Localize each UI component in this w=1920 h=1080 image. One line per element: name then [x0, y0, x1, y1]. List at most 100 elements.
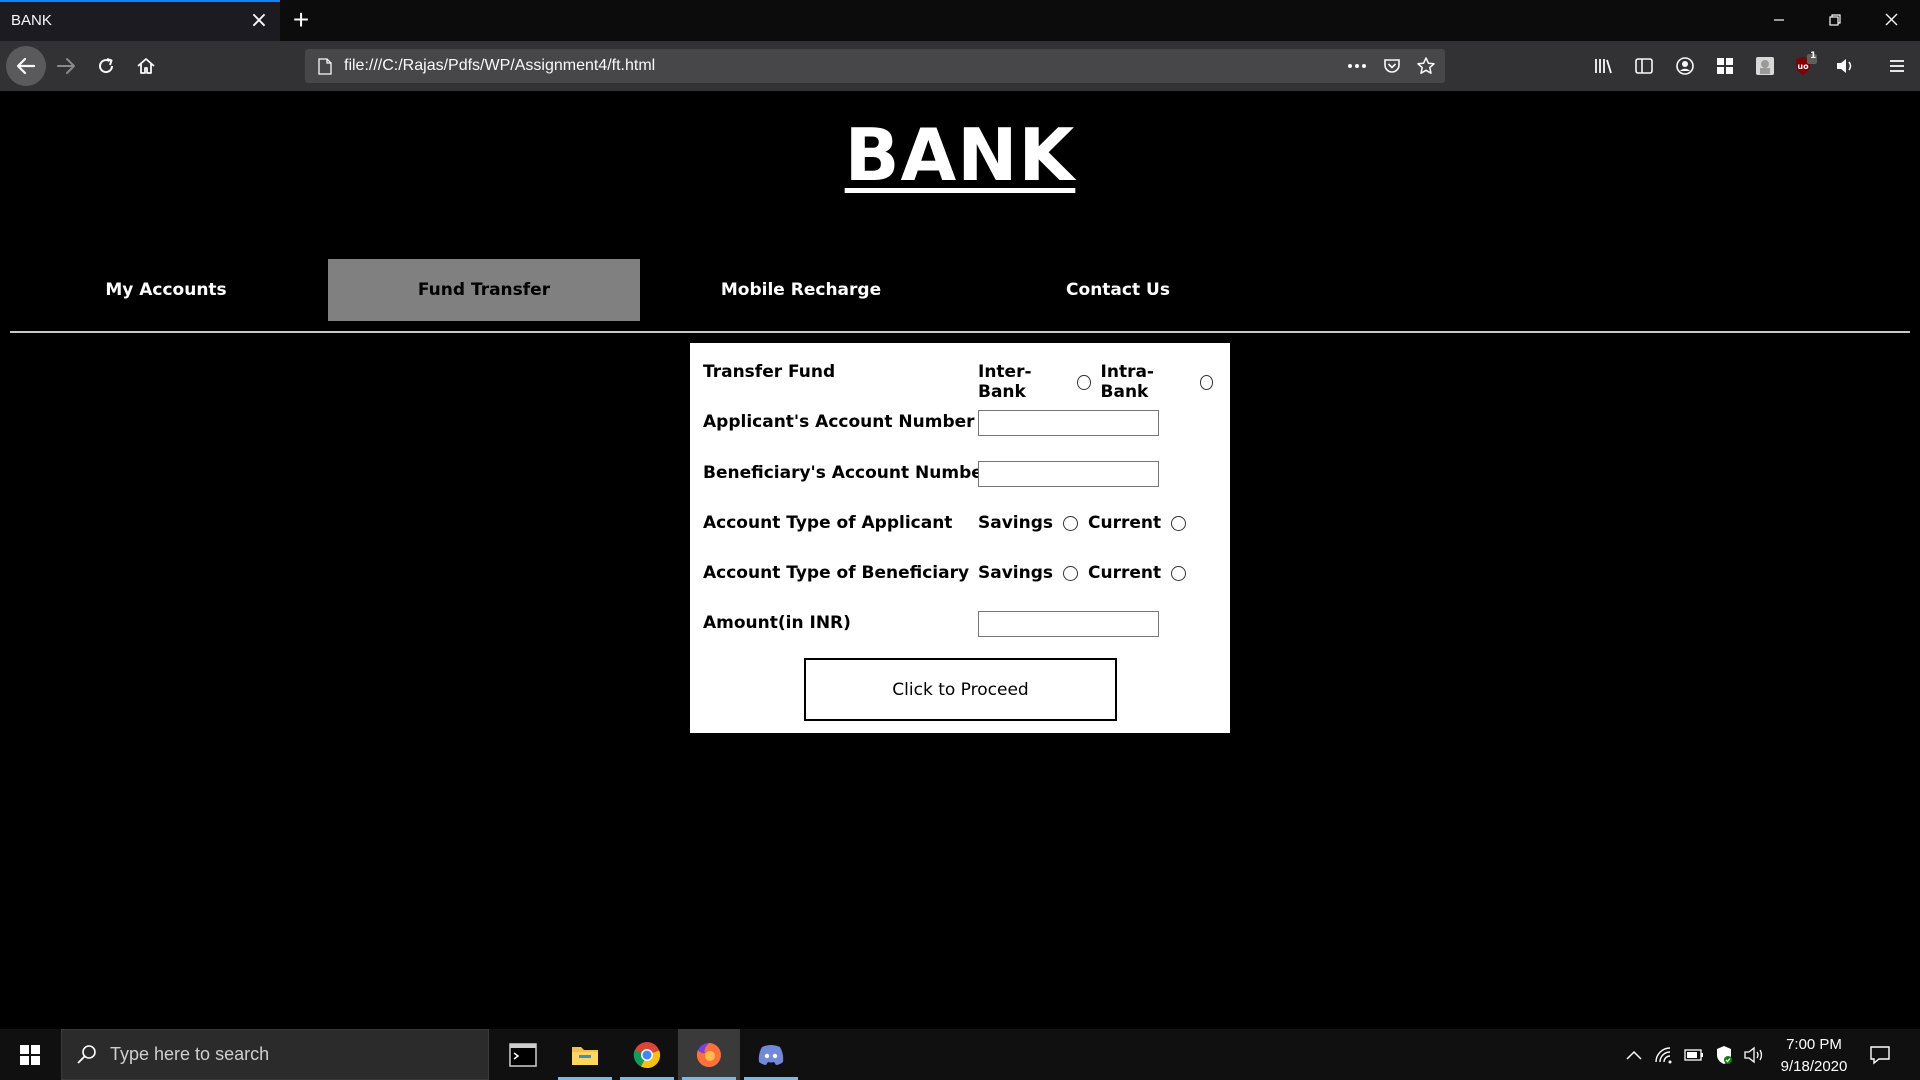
nav-tab-mobile-recharge[interactable]: Mobile Recharge	[645, 259, 957, 321]
inter-bank-label: Inter-Bank	[978, 362, 1032, 402]
back-arrow-icon	[16, 57, 36, 75]
browser-tab-bar: BANK × +	[0, 0, 1920, 41]
transfer-fund-row: Transfer Fund Inter-Bank Intra-Bank	[703, 358, 1223, 402]
windows-logo-icon	[20, 1044, 40, 1065]
amount-row: Amount(in INR)	[703, 609, 1223, 639]
sound-icon[interactable]	[1832, 53, 1858, 79]
reload-button[interactable]	[88, 48, 124, 84]
nav-tab-label: Mobile Recharge	[720, 280, 882, 300]
search-placeholder: Type here to search	[110, 1044, 270, 1064]
beneficiary-account-input[interactable]	[978, 461, 1159, 487]
folder-icon	[572, 1046, 598, 1065]
applicant-account-row: Applicant's Account Number	[703, 408, 1223, 438]
applicant-account-input[interactable]	[978, 410, 1159, 436]
account-icon[interactable]	[1672, 53, 1698, 79]
restore-icon	[1828, 14, 1841, 26]
windows-taskbar: Type here to search 7:00 PM 9/18/2020	[0, 1029, 1920, 1080]
taskbar-discord[interactable]	[740, 1029, 802, 1080]
addon-badge: 1	[1810, 51, 1817, 61]
search-icon	[77, 1045, 96, 1064]
clock-date: 9/18/2020	[1780, 1058, 1848, 1075]
battery-icon[interactable]	[1682, 1043, 1706, 1067]
nav-tab-fund-transfer[interactable]: Fund Transfer	[328, 259, 640, 321]
start-button[interactable]	[0, 1029, 60, 1080]
wifi-icon[interactable]	[1652, 1043, 1676, 1067]
intra-bank-label: Intra-Bank	[1100, 362, 1154, 402]
applicant-savings-label: Savings	[978, 513, 1054, 533]
beneficiary-current-label: Current	[1088, 563, 1162, 583]
taskbar-chrome[interactable]	[616, 1029, 678, 1080]
taskbar-search[interactable]: Type here to search	[61, 1029, 489, 1080]
applicant-current-label: Current	[1088, 513, 1162, 533]
page-icon	[313, 54, 337, 78]
restore-button[interactable]	[1806, 0, 1863, 41]
applicant-account-label: Applicant's Account Number	[703, 412, 975, 432]
taskbar-clock[interactable]: 7:00 PM 9/18/2020	[1766, 1034, 1862, 1078]
beneficiary-type-group: Savings Current	[978, 563, 1196, 583]
beneficiary-savings-radio[interactable]	[1063, 565, 1079, 581]
taskbar-file-explorer[interactable]	[554, 1029, 616, 1080]
beneficiary-type-label: Account Type of Beneficiary	[703, 563, 970, 583]
tab-title: BANK	[11, 12, 52, 29]
extension-app-icon[interactable]	[1752, 53, 1778, 79]
chrome-icon	[633, 1041, 661, 1068]
applicant-type-label: Account Type of Applicant	[703, 513, 953, 533]
bank-title: BANK	[844, 113, 1076, 197]
tab-close-icon[interactable]: ×	[246, 8, 272, 34]
library-icon[interactable]	[1590, 53, 1616, 79]
back-button[interactable]	[6, 46, 46, 86]
firefox-icon	[696, 1042, 721, 1067]
terminal-icon	[509, 1042, 537, 1067]
page-actions-icon[interactable]	[1345, 54, 1369, 78]
bookmark-star-icon[interactable]	[1414, 54, 1438, 78]
home-button[interactable]	[128, 48, 164, 84]
forward-button[interactable]	[48, 48, 84, 84]
close-window-button[interactable]	[1863, 0, 1920, 41]
address-bar[interactable]: file:///C:/Rajas/Pdfs/WP/Assignment4/ft.…	[305, 49, 1445, 83]
page-viewport: BANK My Accounts Fund Transfer Mobile Re…	[0, 91, 1920, 1029]
svg-text:uo: uo	[1797, 62, 1809, 71]
notifications-icon[interactable]	[1868, 1043, 1892, 1067]
ublock-icon[interactable]: uo 1	[1792, 51, 1818, 79]
applicant-savings-radio[interactable]	[1063, 515, 1079, 531]
fund-transfer-form: Transfer Fund Inter-Bank Intra-Bank Appl…	[690, 343, 1230, 733]
amount-input[interactable]	[978, 611, 1159, 637]
proceed-button-label: Click to Proceed	[892, 679, 1029, 700]
security-shield-icon[interactable]	[1712, 1043, 1736, 1067]
minimize-icon	[1773, 19, 1784, 21]
inter-bank-radio[interactable]	[1077, 374, 1091, 390]
beneficiary-current-radio[interactable]	[1171, 565, 1187, 581]
nav-tab-label: Contact Us	[1066, 280, 1170, 300]
beneficiary-type-row: Account Type of Beneficiary Savings Curr…	[703, 559, 1223, 589]
sidebar-icon[interactable]	[1631, 53, 1657, 79]
proceed-button[interactable]: Click to Proceed	[804, 658, 1117, 721]
new-tab-button[interactable]: +	[288, 5, 314, 35]
minimize-button[interactable]	[1750, 0, 1807, 41]
pocket-icon[interactable]	[1380, 54, 1404, 78]
beneficiary-account-row: Beneficiary's Account Number	[703, 459, 1223, 489]
applicant-current-radio[interactable]	[1171, 515, 1187, 531]
tray-chevron-up-icon[interactable]	[1622, 1043, 1646, 1067]
bank-heading: BANK	[0, 113, 1920, 197]
taskbar-terminal[interactable]	[492, 1029, 554, 1080]
nav-tab-label: Fund Transfer	[417, 280, 551, 300]
nav-tab-contact-us[interactable]: Contact Us	[962, 259, 1274, 321]
close-icon	[1885, 13, 1898, 26]
clock-time: 7:00 PM	[1786, 1036, 1842, 1053]
applicant-type-row: Account Type of Applicant Savings Curren…	[703, 509, 1223, 539]
nav-tab-my-accounts[interactable]: My Accounts	[10, 259, 322, 321]
amount-label: Amount(in INR)	[703, 613, 851, 633]
extensions-grid-icon[interactable]	[1712, 53, 1738, 79]
transfer-fund-label: Transfer Fund	[703, 362, 836, 382]
nav-tab-label: My Accounts	[105, 280, 227, 300]
taskbar-firefox[interactable]	[678, 1029, 740, 1080]
menu-icon[interactable]	[1884, 53, 1910, 79]
home-icon	[137, 58, 155, 74]
url-text[interactable]: file:///C:/Rajas/Pdfs/WP/Assignment4/ft.…	[344, 57, 655, 75]
volume-icon[interactable]	[1742, 1043, 1766, 1067]
browser-tab[interactable]: BANK ×	[0, 0, 280, 41]
nav-divider	[10, 331, 1910, 333]
beneficiary-account-label: Beneficiary's Account Number	[703, 463, 992, 483]
beneficiary-savings-label: Savings	[978, 563, 1054, 583]
intra-bank-radio[interactable]	[1199, 374, 1213, 390]
